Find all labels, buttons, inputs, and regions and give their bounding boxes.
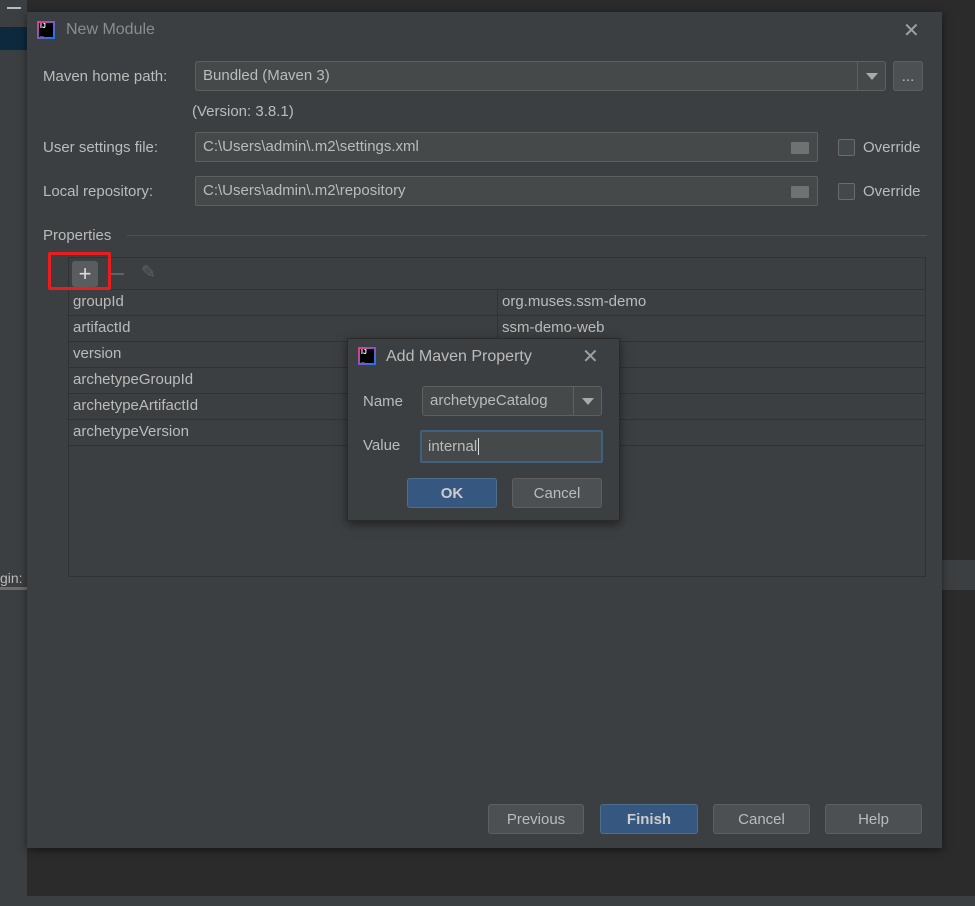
override-settings-checkbox[interactable] [838, 139, 855, 156]
table-row[interactable]: groupId org.muses.ssm-demo [69, 290, 925, 316]
highlight-box [48, 252, 111, 290]
properties-heading: Properties [43, 227, 112, 244]
name-label: Name [363, 393, 404, 410]
override-repo-checkbox[interactable] [838, 183, 855, 200]
override-settings-label: Override [863, 139, 921, 156]
property-name: version [73, 345, 122, 362]
intellij-logo-icon: IJ _ [37, 21, 55, 39]
status-bar [0, 896, 975, 906]
maven-home-value: Bundled (Maven 3) [203, 67, 330, 84]
help-button[interactable]: Help [825, 804, 922, 834]
maven-home-select[interactable]: Bundled (Maven 3) [195, 61, 886, 91]
value-label: Value [363, 437, 401, 454]
local-repo-input[interactable]: C:\Users\admin\.m2\repository [195, 176, 818, 206]
properties-toolbar: + ✎ [69, 258, 925, 290]
folder-icon[interactable] [791, 142, 809, 154]
user-settings-value: C:\Users\admin\.m2\settings.xml [203, 138, 419, 155]
maven-version-text: (Version: 3.8.1) [192, 103, 294, 120]
add-property-title: Add Maven Property [386, 348, 532, 365]
text-cursor [478, 438, 480, 455]
edit-property-icon[interactable]: ✎ [141, 262, 156, 283]
previous-button[interactable]: Previous [488, 804, 584, 834]
finish-button[interactable]: Finish [600, 804, 698, 834]
remove-property-button[interactable] [110, 273, 124, 275]
property-name: archetypeVersion [73, 423, 189, 440]
value-text: internal [428, 438, 478, 455]
minimize-icon[interactable] [7, 7, 21, 9]
property-name: archetypeGroupId [73, 371, 194, 388]
properties-separator [127, 235, 927, 236]
override-repo-label: Override [863, 183, 921, 200]
close-icon[interactable]: ✕ [582, 344, 599, 369]
background-tab[interactable]: gin: [0, 566, 27, 590]
user-settings-label: User settings file: [43, 139, 159, 156]
cancel-property-button[interactable]: Cancel [512, 478, 602, 508]
browse-maven-home-button[interactable]: ... [893, 61, 923, 91]
dialog-title: New Module [66, 21, 155, 38]
ok-button[interactable]: OK [407, 478, 497, 508]
intellij-logo-icon: IJ _ [358, 347, 376, 365]
close-icon[interactable]: ✕ [903, 18, 920, 43]
chevron-down-icon[interactable] [857, 62, 885, 90]
property-name: artifactId [73, 319, 131, 336]
background-sidebar [0, 0, 27, 906]
property-name: archetypeArtifactId [73, 397, 199, 414]
background-selected-item [0, 27, 27, 50]
value-input[interactable]: internal [420, 430, 603, 463]
folder-icon[interactable] [791, 186, 809, 198]
cancel-button[interactable]: Cancel [713, 804, 810, 834]
property-value: org.muses.ssm-demo [497, 290, 650, 316]
add-maven-property-dialog: IJ _ Add Maven Property ✕ Name archetypeC… [347, 338, 620, 521]
name-value: archetypeCatalog [430, 392, 548, 409]
background-panel [942, 560, 975, 590]
local-repo-value: C:\Users\admin\.m2\repository [203, 182, 406, 199]
maven-home-label: Maven home path: [43, 68, 168, 85]
name-combobox[interactable]: archetypeCatalog [422, 386, 602, 416]
local-repo-label: Local repository: [43, 183, 154, 200]
chevron-down-icon[interactable] [573, 387, 601, 415]
user-settings-input[interactable]: C:\Users\admin\.m2\settings.xml [195, 132, 818, 162]
property-name: groupId [73, 293, 124, 310]
